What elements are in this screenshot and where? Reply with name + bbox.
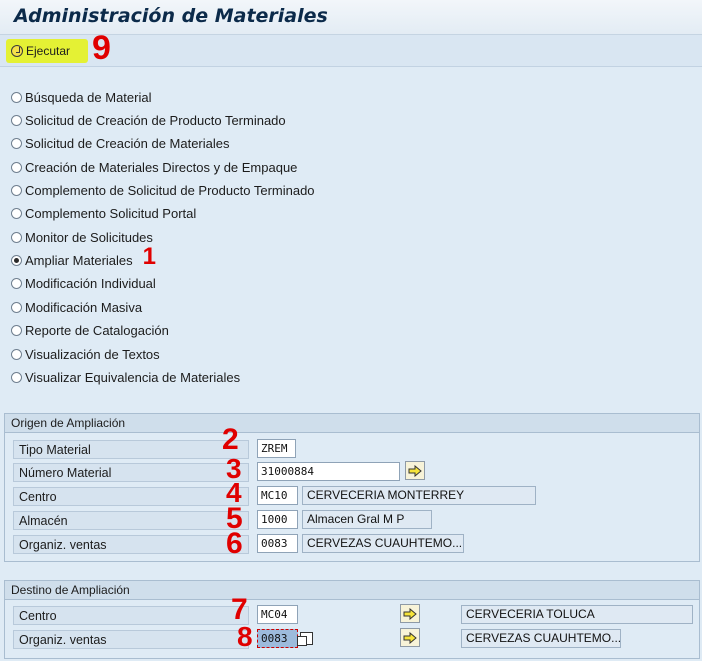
tipo-material-input[interactable]: ZREM: [257, 439, 296, 458]
annotation-1: 1: [142, 243, 157, 270]
annotation-2: 2: [222, 423, 239, 456]
almacen-input[interactable]: 1000: [257, 510, 298, 529]
radio-button[interactable]: [11, 324, 22, 336]
numero-material-arrow-button[interactable]: [405, 461, 425, 480]
option-label: Reporte de Catalogación: [25, 322, 169, 338]
option-visualizacion-textos[interactable]: Visualización de Textos: [11, 345, 160, 363]
option-complemento-portal[interactable]: Complemento Solicitud Portal: [11, 204, 196, 222]
yellow-arrow-icon: [403, 631, 417, 644]
radio-button[interactable]: [11, 114, 22, 126]
option-label: Modificación Individual: [25, 275, 156, 291]
destino-org-ventas-arrow-button[interactable]: [400, 628, 420, 647]
destino-org-ventas-description: CERVEZAS CUAUHTEMO...: [461, 629, 621, 648]
option-label: Visualizar Equivalencia de Materiales: [25, 369, 241, 385]
option-label: Solicitud de Creación de Producto Termin…: [25, 112, 286, 128]
option-label: Búsqueda de Material: [25, 89, 152, 105]
tipo-material-label: Tipo Material: [13, 440, 249, 459]
origin-group-title: Origen de Ampliación: [5, 414, 699, 433]
org-ventas-label: Organiz. ventas: [13, 535, 249, 554]
radio-button[interactable]: [11, 231, 22, 243]
destino-centro-description: CERVECERIA TOLUCA: [461, 605, 693, 624]
radio-button[interactable]: [11, 277, 22, 289]
radio-button[interactable]: [11, 301, 22, 313]
numero-material-label: Número Material: [13, 463, 249, 482]
option-label: Ampliar Materiales: [25, 252, 133, 268]
execute-button[interactable]: Ejecutar: [8, 41, 74, 61]
almacen-description: Almacen Gral M P: [302, 510, 432, 529]
copy-icon[interactable]: [297, 632, 313, 646]
option-solicitud-producto-terminado[interactable]: Solicitud de Creación de Producto Termin…: [11, 111, 286, 129]
destino-org-ventas-input[interactable]: 0083: [257, 629, 298, 648]
option-monitor-solicitudes[interactable]: Monitor de Solicitudes: [11, 228, 153, 246]
option-label: Creación de Materiales Directos y de Emp…: [25, 159, 298, 175]
centro-description: CERVECERIA MONTERREY: [302, 486, 536, 505]
annotation-6: 6: [226, 527, 243, 560]
centro-label: Centro: [13, 487, 249, 506]
option-label: Monitor de Solicitudes: [25, 229, 153, 245]
radio-button[interactable]: [11, 348, 22, 360]
numero-material-input[interactable]: 31000884: [257, 462, 400, 481]
radio-button[interactable]: [11, 91, 22, 103]
annotation-9: 9: [92, 29, 111, 67]
option-label: Complemento Solicitud Portal: [25, 205, 197, 221]
yellow-arrow-icon: [408, 464, 422, 477]
centro-input[interactable]: MC10: [257, 486, 298, 505]
radio-button[interactable]: [11, 137, 22, 149]
option-equivalencia-materiales[interactable]: Visualizar Equivalencia de Materiales: [11, 368, 240, 386]
option-label: Visualización de Textos: [25, 346, 160, 362]
radio-button[interactable]: [11, 161, 22, 173]
destino-centro-label: Centro: [13, 606, 249, 625]
option-label: Modificación Masiva: [25, 299, 143, 315]
option-label: Complemento de Solicitud de Producto Ter…: [25, 182, 315, 198]
option-modificacion-masiva[interactable]: Modificación Masiva: [11, 298, 142, 316]
toolbar: Ejecutar 9: [0, 31, 702, 67]
yellow-arrow-icon: [403, 607, 417, 620]
radio-button[interactable]: [11, 184, 22, 196]
destination-group-title: Destino de Ampliación: [5, 581, 699, 600]
destino-centro-arrow-button[interactable]: [400, 604, 420, 623]
option-materiales-directos-empaque[interactable]: Creación de Materiales Directos y de Emp…: [11, 158, 297, 176]
execute-button-label: Ejecutar: [26, 44, 71, 58]
radio-button[interactable]: [11, 371, 22, 383]
option-complemento-producto-terminado[interactable]: Complemento de Solicitud de Producto Ter…: [11, 181, 315, 199]
option-modificacion-individual[interactable]: Modificación Individual: [11, 274, 156, 292]
execute-icon: [11, 45, 23, 57]
option-busqueda-material[interactable]: Búsqueda de Material: [11, 88, 151, 106]
almacen-label: Almacén: [13, 511, 249, 530]
annotation-8: 8: [237, 621, 253, 652]
radio-button[interactable]: [11, 207, 22, 219]
option-ampliar-materiales[interactable]: Ampliar Materiales 1: [11, 245, 156, 269]
org-ventas-description: CERVEZAS CUAUHTEMO...: [302, 534, 464, 553]
destino-centro-input[interactable]: MC04: [257, 605, 298, 624]
option-label: Solicitud de Creación de Materiales: [25, 135, 230, 151]
radio-button-selected[interactable]: [11, 254, 22, 266]
page-title: Administración de Materiales: [14, 5, 328, 27]
destino-org-ventas-label: Organiz. ventas: [13, 630, 249, 649]
option-solicitud-materiales[interactable]: Solicitud de Creación de Materiales: [11, 134, 230, 152]
option-reporte-catalogacion[interactable]: Reporte de Catalogación: [11, 321, 169, 339]
org-ventas-input[interactable]: 0083: [257, 534, 298, 553]
